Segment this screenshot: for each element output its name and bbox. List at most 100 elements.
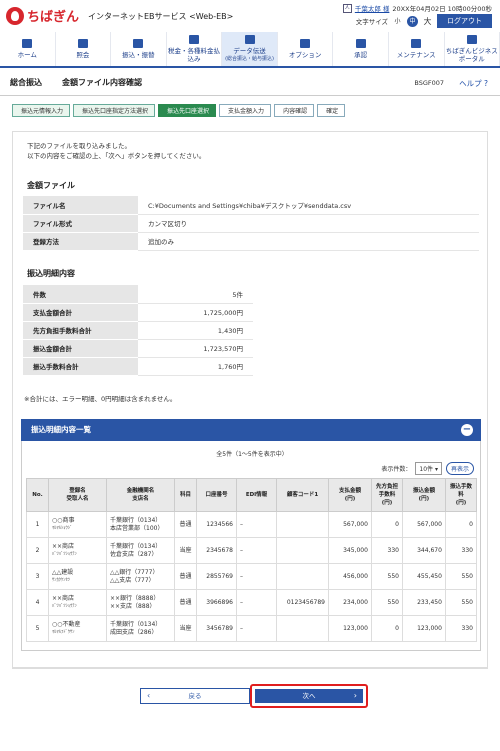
- row-bank: △△銀行（7777）: [110, 568, 159, 576]
- nav-transfer[interactable]: 振込・振替: [111, 32, 167, 66]
- row-bank: ××銀行（8888）: [110, 594, 160, 602]
- row-type: 普通: [174, 511, 197, 538]
- chevron-left-icon: ‹: [147, 691, 151, 700]
- pagination-controls: 表示件数： 10件 ▾ 再表示: [381, 462, 474, 475]
- row-edi: –: [236, 563, 277, 590]
- row-bank-cell: 千葉銀行（0134） 佐倉支店（287）: [106, 537, 175, 564]
- collapse-icon[interactable]: −: [461, 424, 473, 436]
- row-kana: ﾏﾙﾏﾙｼｮｳｼﾞ: [52, 525, 73, 531]
- per-page-select[interactable]: 10件 ▾: [415, 462, 442, 475]
- col-fee-bear: 先方負担 手数料 (円): [370, 478, 403, 512]
- row-edi: –: [236, 615, 277, 642]
- col-type: 科目: [174, 478, 197, 512]
- detail-table: No. 登録名 受取人名 金融機関名 支店名 科目 口座番号 EDI情報 顧客コ…: [26, 478, 478, 642]
- row-no: 5: [26, 615, 49, 642]
- row-account: 1234566: [196, 511, 237, 538]
- file-name-value: C:¥Documents and Settings¥chiba¥デスクトップ¥s…: [138, 196, 479, 215]
- row-transfer: 344,670: [401, 537, 446, 564]
- registration-method-value: 追加のみ: [138, 232, 479, 251]
- row-kana: ﾊﾞﾂﾊﾞﾂｼｮｳﾃﾝ: [52, 603, 77, 609]
- file-format-label: ファイル形式: [23, 214, 138, 233]
- row-fee: 330: [444, 615, 478, 642]
- table-row: 5 ○○不動産 ﾏﾙﾏﾙﾌﾄﾞｳｻﾝ 千葉銀行（0134） 成田支店（286） 当座 345…: [26, 615, 478, 642]
- next-button[interactable]: 次へ ›: [255, 689, 363, 703]
- back-button[interactable]: ‹ 戻る: [140, 688, 250, 704]
- nav-approval[interactable]: 承認: [333, 32, 389, 66]
- row-branch: 成田支店（286）: [110, 628, 158, 636]
- row-type: 普通: [174, 563, 197, 590]
- row-name-cell: ××商店 ﾊﾞﾂﾊﾞﾂｼｮｳﾃﾝ: [48, 589, 107, 616]
- nav-home[interactable]: ホーム: [0, 32, 56, 66]
- fee-bear-total-label: 先方負担手数料合計: [23, 321, 138, 340]
- nav-business-portal[interactable]: ちばぎんビジネスポータル: [445, 32, 500, 66]
- row-account: 3456789: [196, 615, 237, 642]
- row-payment: 567,000: [328, 511, 372, 538]
- row-payment: 123,000: [328, 615, 372, 642]
- registration-method-label: 登録方法: [23, 232, 138, 251]
- row-fee-bear: 0: [370, 511, 403, 538]
- nav-label: オプション: [288, 51, 322, 59]
- home-icon: [22, 39, 33, 48]
- screen-code: BSGF007: [414, 79, 444, 87]
- row-bank: 千葉銀行（0134）: [110, 542, 162, 550]
- result-count: 全5件（1～5件を表示中）: [216, 451, 288, 458]
- row-branch: ××支店（888）: [110, 602, 156, 610]
- font-size-medium-button[interactable]: 中: [407, 15, 418, 27]
- nav-label: メンテナンス: [396, 51, 436, 59]
- nav-inquiry[interactable]: 照会: [56, 32, 112, 66]
- row-customer-code: [276, 563, 329, 590]
- nav-maintenance[interactable]: メンテナンス: [389, 32, 445, 66]
- table-row: 1 ○○商事 ﾏﾙﾏﾙｼｮｳｼﾞ 千葉銀行（0134） 本店営業部（100） 普通 1234…: [26, 511, 478, 538]
- user-name-link[interactable]: 千葉太郎 様: [355, 3, 390, 13]
- row-name-cell: ○○不動産 ﾏﾙﾏﾙﾌﾄﾞｳｻﾝ: [48, 615, 107, 642]
- row-type: 普通: [174, 589, 197, 616]
- font-size-small-button[interactable]: 小: [392, 16, 403, 27]
- row-kana: ﾏﾙﾏﾙﾌﾄﾞｳｻﾝ: [52, 629, 75, 635]
- row-name: ××商店: [52, 542, 75, 550]
- file-name-label: ファイル名: [23, 196, 138, 215]
- col-payment: 支払金額 (円): [328, 478, 372, 512]
- count-value: 5件: [138, 285, 253, 304]
- last-login: 20XX年04月02日 10時00分00秒: [392, 5, 492, 13]
- message-line: 以下の内容をご確認の上、「次へ」ボタンを押してください。: [27, 152, 206, 160]
- row-transfer: 123,000: [401, 615, 446, 642]
- col-transfer: 振込金額 (円): [401, 478, 446, 512]
- row-no: 3: [26, 563, 49, 590]
- per-page-value: 10件: [419, 466, 434, 473]
- payment-total-label: 支払金額合計: [23, 303, 138, 322]
- transfer-fee-total-label: 振込手数料合計: [23, 357, 138, 376]
- nav-tax-payment[interactable]: 税金・各種料金払込み: [167, 32, 223, 66]
- nav-label: データ伝送: [233, 47, 266, 55]
- row-fee: 330: [444, 537, 478, 564]
- nav-option[interactable]: オプション: [278, 32, 334, 66]
- row-customer-code: [276, 537, 329, 564]
- row-edi: –: [236, 589, 277, 616]
- payment-total-value: 1,725,000円: [138, 303, 253, 322]
- row-account: 3966896: [196, 589, 237, 616]
- nav-label: ちばぎんビジネスポータル: [445, 47, 498, 63]
- step-1: 振込元情報入力: [12, 104, 71, 117]
- nav-label: 振込・振替: [122, 51, 155, 59]
- help-link[interactable]: ヘルプ ?: [459, 78, 488, 89]
- row-customer-code: [276, 511, 329, 538]
- row-bank-cell: ××銀行（8888） ××支店（888）: [106, 589, 175, 616]
- row-bank-cell: 千葉銀行（0134） 本店営業部（100）: [106, 511, 175, 538]
- row-account: 2345678: [196, 537, 237, 564]
- row-fee-bear: 0: [370, 615, 403, 642]
- header-controls: 文字サイズ 小 中 大 ログアウト: [356, 14, 492, 28]
- user-info: 人 千葉太郎 様 20XX年04月02日 10時00分00秒: [342, 3, 492, 13]
- row-name-cell: ○○商事 ﾏﾙﾏﾙｼｮｳｼﾞ: [48, 511, 107, 538]
- detail-summary-table: 件数 5件 支払金額合計 1,725,000円 先方負担手数料合計 1,430円 振込…: [23, 285, 253, 376]
- wrench-icon: [411, 39, 422, 48]
- nav-data-transmission[interactable]: データ伝送 (総合振込・給与振込): [222, 32, 278, 66]
- chevron-down-icon: ▾: [434, 466, 438, 473]
- redisplay-button[interactable]: 再表示: [445, 462, 474, 475]
- logo-mark-icon: [6, 6, 24, 25]
- row-kana: ﾊﾞﾂﾊﾞﾂｼｮｳﾃﾝ: [52, 551, 77, 557]
- global-nav: ホーム 照会 振込・振替 税金・各種料金払込み データ伝送 (総合振込・給与振込)…: [0, 32, 500, 68]
- row-bank: 千葉銀行（0134）: [110, 516, 162, 524]
- logout-button[interactable]: ログアウト: [437, 14, 492, 28]
- font-size-large-button[interactable]: 大: [422, 16, 433, 27]
- row-fee: 550: [444, 563, 478, 590]
- next-label: 次へ: [302, 692, 316, 700]
